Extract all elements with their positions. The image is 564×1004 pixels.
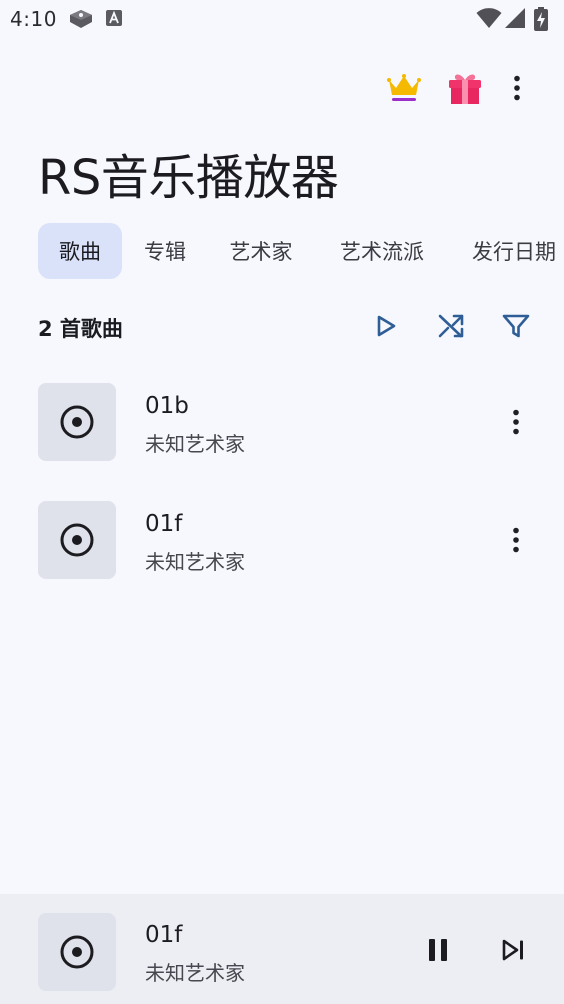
play-icon: [377, 315, 396, 337]
page-title: RS音乐播放器: [38, 150, 339, 206]
play-all-button[interactable]: [364, 304, 408, 348]
more-vert-icon: [514, 75, 520, 101]
filter-icon: [502, 314, 530, 338]
disc-icon: [60, 523, 94, 557]
song-thumbnail: [38, 383, 116, 461]
song-list-item[interactable]: 01b 未知艺术家: [0, 383, 564, 483]
now-playing-bar[interactable]: 01f 未知艺术家: [0, 894, 564, 1004]
skip-next-button[interactable]: [490, 926, 538, 974]
gift-button[interactable]: [437, 60, 493, 116]
top-actions: [0, 60, 564, 120]
tab-genres[interactable]: 艺术流派: [324, 223, 440, 279]
tab-albums[interactable]: 专辑: [130, 223, 200, 279]
song-title: 01f: [145, 511, 183, 537]
pause-button[interactable]: [414, 926, 462, 974]
more-vert-icon: [513, 527, 519, 553]
crown-icon: [387, 74, 421, 101]
status-time: 4:10: [10, 7, 57, 31]
song-artist: 未知艺术家: [145, 432, 245, 456]
status-right-icons: [476, 7, 558, 31]
wifi-icon: [476, 8, 502, 28]
now-playing-title: 01f: [145, 922, 183, 948]
song-thumbnail: [38, 501, 116, 579]
song-list-item[interactable]: 01f 未知艺术家: [0, 501, 564, 601]
tab-artists[interactable]: 艺术家: [214, 223, 308, 279]
song-title: 01b: [145, 393, 189, 419]
skip-next-icon: [502, 939, 523, 961]
tab-release-date[interactable]: 发行日期: [456, 223, 564, 279]
now-playing-artist: 未知艺术家: [145, 961, 245, 985]
status-bar: 4:10: [0, 0, 564, 38]
song-menu-button[interactable]: [494, 400, 538, 444]
more-vert-icon: [513, 409, 519, 435]
cell-signal-icon: [505, 8, 525, 28]
battery-charging-icon: [534, 7, 548, 31]
shuffle-icon: [438, 314, 464, 338]
pause-icon: [429, 939, 447, 961]
list-header: 2 首歌曲: [38, 300, 538, 352]
shuffle-button[interactable]: [429, 304, 473, 348]
font-a-icon: [105, 9, 127, 29]
premium-button[interactable]: [376, 60, 432, 116]
more-options-button[interactable]: [489, 60, 545, 116]
gift-icon: [449, 74, 481, 104]
now-playing-thumbnail: [38, 913, 116, 991]
song-count: 2 首歌曲: [38, 317, 123, 341]
filter-button[interactable]: [494, 304, 538, 348]
storage-icon: [69, 9, 92, 29]
song-menu-button[interactable]: [494, 518, 538, 562]
disc-icon: [60, 935, 94, 969]
tab-songs[interactable]: 歌曲: [38, 223, 122, 279]
disc-icon: [60, 405, 94, 439]
song-artist: 未知艺术家: [145, 550, 245, 574]
category-tabs: 歌曲 专辑 艺术家 艺术流派 发行日期: [38, 223, 564, 279]
